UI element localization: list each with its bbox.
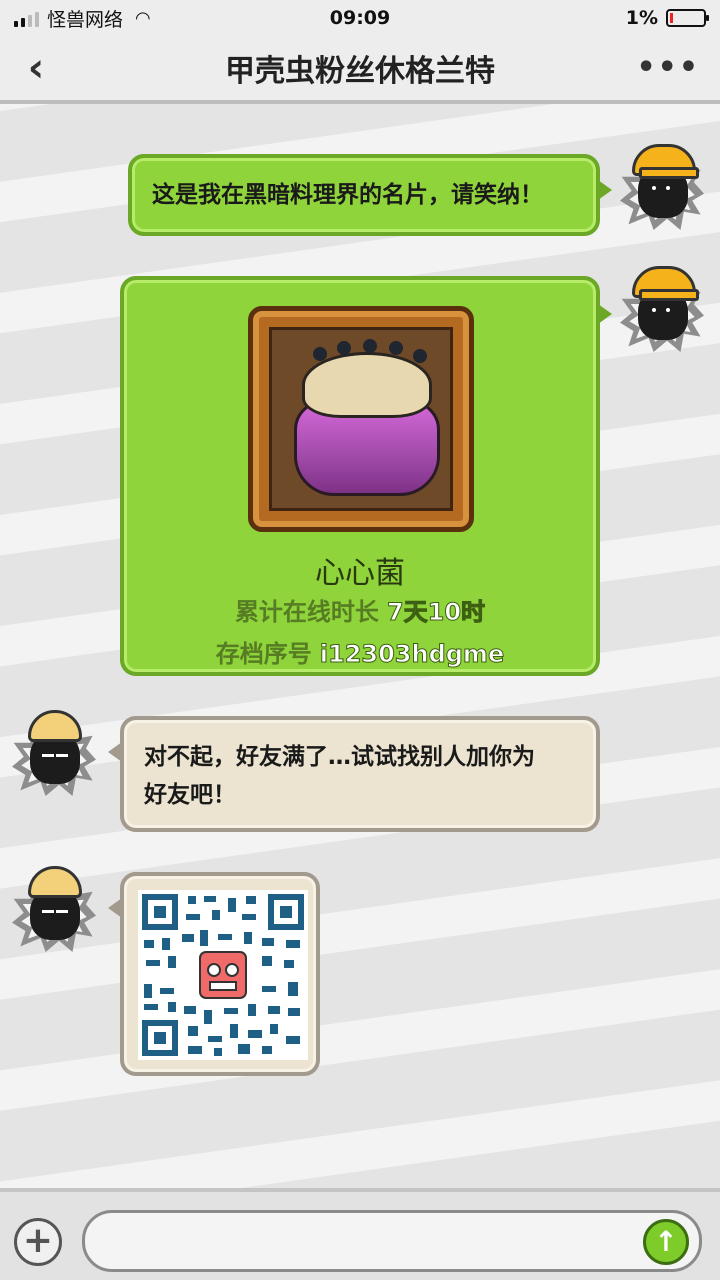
helmet-icon <box>632 266 699 301</box>
character-portrait-frame <box>248 306 474 532</box>
status-bar: 怪兽网络 ◠ 09:09 1% <box>0 0 720 36</box>
card-save-id-row: 存档序号 i12303hdgme <box>124 634 596 669</box>
helmet-icon <box>632 144 699 179</box>
avatar-eye <box>664 306 672 314</box>
input-bar: + ↑ <box>0 1188 720 1280</box>
avatar-eye <box>56 754 68 757</box>
message-text: 这是我在黑暗料理界的名片，请笑纳！ <box>152 182 543 208</box>
profile-card-bubble[interactable]: 心心菌 累计在线时长 7天10时 存档序号 i12303hdgme <box>120 276 612 676</box>
avatar-eye <box>56 910 68 913</box>
card-character-name: 心心菌 <box>315 556 405 591</box>
chat-title: 甲壳虫粉丝休格兰特 <box>225 54 495 89</box>
save-id-value: i12303hdgme <box>319 640 505 669</box>
fungus-top <box>302 339 432 418</box>
message-text-line2: 好友吧！ <box>144 782 236 808</box>
hair-icon <box>28 866 82 898</box>
online-time-value: 7天10时 <box>386 598 486 627</box>
battery-percent: 1% <box>625 7 658 29</box>
bubble-tail <box>108 742 122 762</box>
avatar-eye <box>42 910 54 913</box>
plus-icon[interactable]: + <box>14 1218 62 1266</box>
avatar-eye <box>664 184 672 192</box>
message-bubble-friend[interactable]: 对不起，好友满了…试试找别人加你为 好友吧！ <box>108 716 600 832</box>
more-button[interactable]: ••• <box>636 50 700 85</box>
back-button[interactable]: ‹ <box>16 46 56 90</box>
avatar-eye <box>42 754 54 757</box>
card-online-time-row: 累计在线时长 7天10时 <box>124 592 596 627</box>
status-left: 怪兽网络 ◠ <box>14 5 151 32</box>
message-input-box[interactable]: ↑ <box>82 1210 702 1272</box>
battery-icon <box>666 9 709 27</box>
signal-icon <box>14 9 39 27</box>
qr-code-icon[interactable] <box>138 890 308 1060</box>
message-bubble-self[interactable]: 这是我在黑暗料理界的名片，请笑纳！ <box>128 154 612 236</box>
avatar-eye <box>650 184 658 192</box>
friend-avatar[interactable] <box>10 700 98 800</box>
bubble-tail <box>598 304 612 324</box>
avatar-eye <box>650 306 658 314</box>
bubble-tail <box>598 180 612 200</box>
status-right: 1% <box>625 7 709 29</box>
carrier-name: 怪兽网络 <box>47 8 124 31</box>
send-button[interactable]: ↑ <box>643 1219 689 1265</box>
hair-icon <box>28 710 82 742</box>
qr-code-bubble[interactable] <box>108 872 320 1076</box>
qr-code-graphic <box>138 890 308 1060</box>
message-text-line1: 对不起，好友满了…试试找别人加你为 <box>144 744 535 770</box>
friend-avatar[interactable] <box>10 856 98 956</box>
message-input[interactable] <box>105 1223 625 1259</box>
save-id-label: 存档序号 <box>215 640 312 668</box>
bubble-tail <box>108 898 122 918</box>
self-avatar[interactable] <box>618 256 706 356</box>
chat-header: ‹ 甲壳虫粉丝休格兰特 ••• <box>0 36 720 104</box>
wifi-icon: ◠ <box>135 7 151 29</box>
character-portrait <box>269 327 453 511</box>
online-time-label: 累计在线时长 <box>234 598 379 626</box>
self-avatar[interactable] <box>618 134 706 234</box>
